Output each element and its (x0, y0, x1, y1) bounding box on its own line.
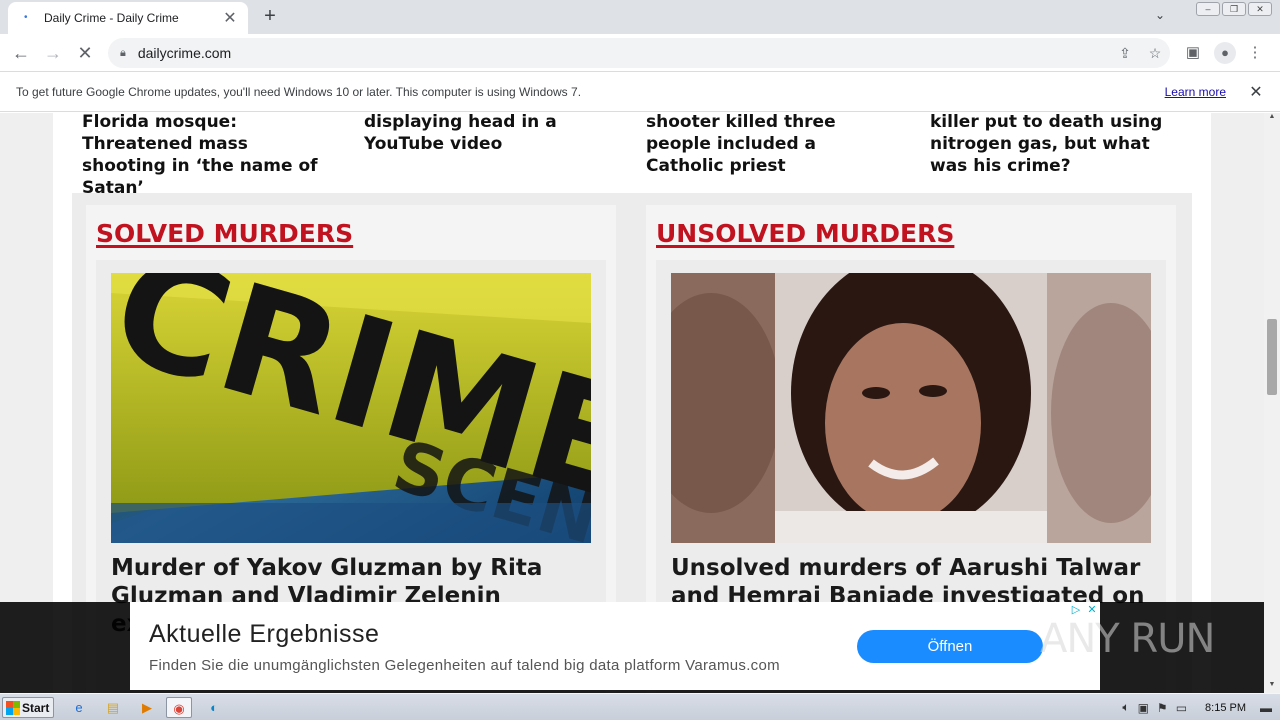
windows-taskbar: Start e ▤ ▶ ◉ ◐ 🔈︎ ▣ ⚑ ▭ 8:15 PM ▬ (0, 693, 1280, 720)
back-button[interactable]: ← (8, 40, 34, 66)
windows-logo-icon (6, 700, 20, 715)
close-window-button[interactable]: ✕ (1248, 2, 1272, 16)
close-infobar-icon[interactable]: ✕ (1244, 82, 1268, 102)
share-icon[interactable]: ⇪ (1110, 45, 1140, 62)
unsolved-murders-heading[interactable]: UNSOLVED MURDERS (656, 219, 954, 248)
media-player-icon[interactable]: ▶ (134, 697, 160, 718)
headline-row: Florida mosque: Threatened mass shooting… (53, 113, 1211, 198)
tab-title: Daily Crime - Daily Crime (44, 11, 179, 25)
headline-link[interactable]: killer put to death using nitrogen gas, … (930, 113, 1182, 177)
ad-description[interactable]: Finden Sie die unumgänglichsten Gelegenh… (149, 657, 780, 674)
ad-open-button[interactable]: Öffnen (857, 630, 1043, 663)
clock[interactable]: 8:15 PM (1205, 702, 1246, 714)
close-tab-icon[interactable]: ✕ (222, 8, 238, 28)
internet-explorer-icon[interactable]: e (66, 697, 92, 718)
solved-murders-heading[interactable]: SOLVED MURDERS (96, 219, 353, 248)
loading-favicon-icon: • (24, 12, 28, 23)
crime-scene-image[interactable]: CRIME SCENE (111, 273, 591, 543)
address-bar[interactable]: 🔒︎ dailycrime.com ⇪ ☆ (108, 38, 1170, 68)
browser-toolbar: ← → ✕ 🔒︎ dailycrime.com ⇪ ☆ ▣ ● ⋮ (0, 34, 1280, 72)
stop-loading-button[interactable]: ✕ (72, 40, 98, 66)
restore-button[interactable]: ❐ (1222, 2, 1246, 16)
start-label: Start (22, 700, 50, 715)
ad-banner[interactable]: Aktuelle Ergebnisse Finden Sie die unumg… (130, 602, 1100, 690)
url-text[interactable]: dailycrime.com (138, 45, 1110, 61)
edge-icon[interactable]: ◐ (201, 697, 227, 718)
anyrun-watermark: ANY RUN (1040, 612, 1240, 672)
learn-more-link[interactable]: Learn more (1165, 85, 1226, 99)
portrait-image[interactable] (671, 273, 1151, 543)
volume-icon[interactable]: 🔈︎ (1122, 700, 1129, 715)
scrollbar-thumb[interactable] (1267, 319, 1277, 395)
headline-link[interactable]: Florida mosque: Threatened mass shooting… (82, 113, 334, 199)
start-button[interactable]: Start (2, 697, 54, 718)
page-scrollbar[interactable]: ▲ ▼ (1264, 113, 1280, 693)
show-desktop-icon[interactable]: ▬ (1260, 701, 1272, 715)
tab-search-chevron-icon[interactable]: ⌄ (1150, 8, 1170, 28)
watermark-text: ANY RUN (1040, 616, 1215, 662)
side-panel-icon[interactable]: ▣ (1180, 40, 1206, 66)
action-center-flag-icon[interactable]: ⚑ (1157, 701, 1168, 715)
infobar-message: To get future Google Chrome updates, you… (16, 84, 582, 99)
menu-kebab-icon[interactable]: ⋮ (1242, 40, 1268, 66)
new-tab-button[interactable]: + (258, 5, 282, 29)
profile-avatar-icon[interactable]: ● (1214, 42, 1236, 64)
scroll-down-arrow-icon[interactable]: ▼ (1264, 681, 1280, 693)
headline-link[interactable]: shooter killed three people included a C… (646, 113, 898, 177)
scroll-up-arrow-icon[interactable]: ▲ (1264, 113, 1280, 125)
bookmark-star-icon[interactable]: ☆ (1140, 45, 1170, 62)
network-icon[interactable]: ▣ (1138, 701, 1149, 715)
window-controls: ‒ ❐ ✕ (1196, 2, 1272, 16)
headline-link[interactable]: displaying head in a YouTube video (364, 113, 616, 155)
browser-tab[interactable]: • Daily Crime - Daily Crime ✕ (8, 2, 248, 34)
power-icon[interactable]: ▭ (1176, 701, 1187, 715)
system-tray: 🔈︎ ▣ ⚑ ▭ 8:15 PM ▬ (1122, 694, 1280, 720)
update-infobar: To get future Google Chrome updates, you… (0, 72, 1280, 112)
file-explorer-icon[interactable]: ▤ (100, 697, 126, 718)
ad-title[interactable]: Aktuelle Ergebnisse (149, 620, 379, 649)
tab-strip: • Daily Crime - Daily Crime ✕ + ⌄ ‒ ❐ ✕ (0, 0, 1280, 34)
minimize-button[interactable]: ‒ (1196, 2, 1220, 16)
lock-icon[interactable]: 🔒︎ (120, 47, 126, 60)
chrome-taskbar-icon[interactable]: ◉ (166, 697, 192, 718)
forward-button[interactable]: → (40, 40, 66, 66)
